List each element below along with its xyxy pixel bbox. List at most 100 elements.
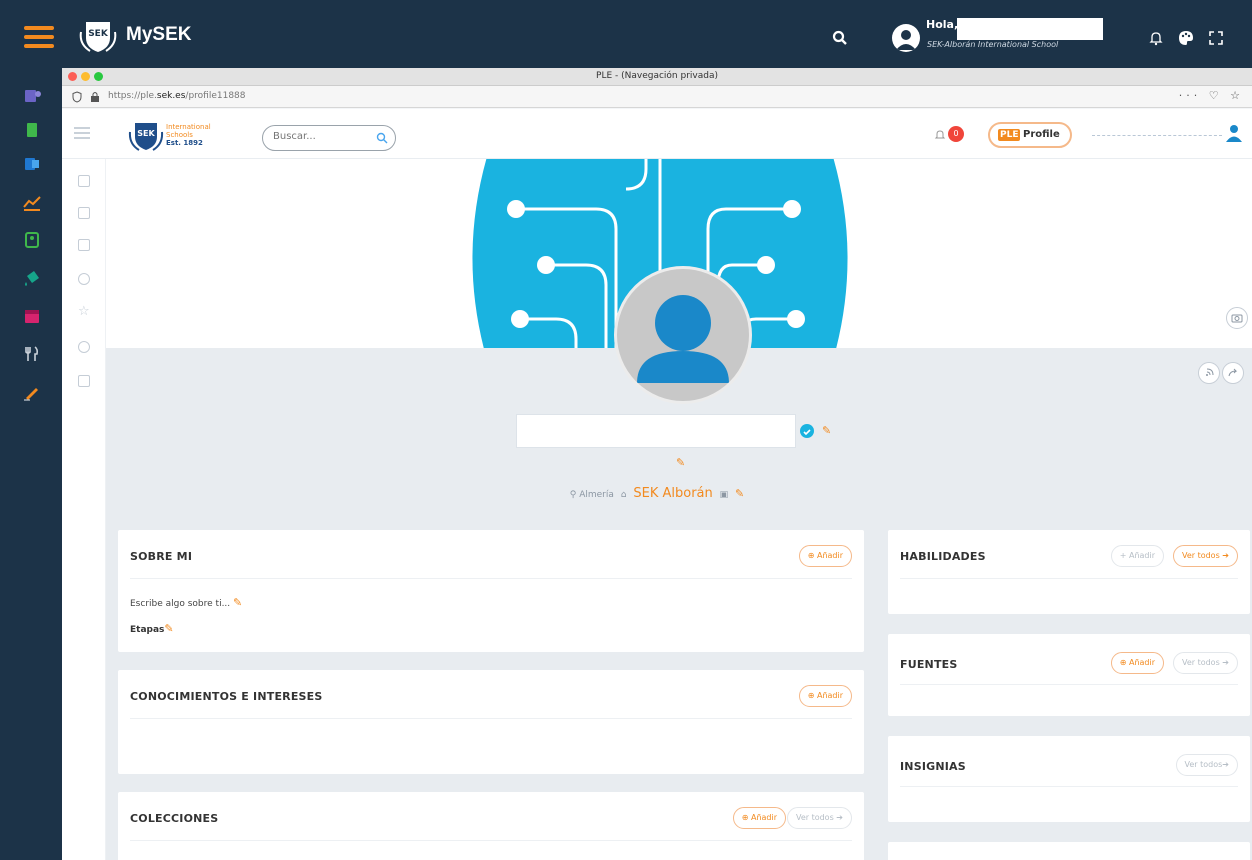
location-row: ⚲ Almería ⌂ SEK Alborán ▣ ✎ [62, 486, 1252, 501]
check-circle-icon[interactable] [78, 273, 90, 285]
search-icon[interactable] [376, 132, 388, 144]
user-name-redacted [1092, 135, 1222, 136]
change-cover-camera-icon[interactable] [1226, 307, 1248, 329]
rss-icon[interactable] [1198, 362, 1220, 384]
user-icon[interactable] [892, 24, 920, 52]
shield-icon [72, 91, 82, 103]
window-title: PLE - (Navegación privada) [596, 71, 718, 81]
profile-avatar[interactable] [614, 266, 752, 404]
sek-school-logo: SEK [128, 123, 164, 151]
school-brand: International Schools Est. 1892 [166, 123, 211, 147]
see-all-button[interactable]: Ver todos➔ [1175, 754, 1238, 776]
svg-text:SEK: SEK [88, 29, 109, 39]
card-title: HABILIDADES [900, 550, 986, 563]
divider [130, 840, 852, 841]
card-fuentes: FUENTES Ver todos ➔ ⊕ Añadir [888, 634, 1250, 716]
bell-icon[interactable] [1148, 30, 1164, 46]
top-bar: SEK MySEK Hola, SEK-Alborán Internationa… [0, 0, 1252, 68]
teams-icon[interactable] [22, 86, 42, 106]
url-actions[interactable]: ··· ♡ ☆ [1179, 89, 1244, 102]
about-placeholder[interactable]: Escribe algo sobre ti... ✎ [130, 596, 242, 609]
app-icon-rail: ☆ [62, 159, 106, 860]
add-button[interactable]: ⊕ Añadir [732, 807, 786, 829]
document-icon[interactable] [78, 207, 90, 219]
divider [900, 786, 1238, 787]
briefcase-icon[interactable] [78, 375, 90, 387]
fullscreen-icon[interactable] [1208, 30, 1224, 46]
app-title: MySEK [126, 24, 192, 45]
divider [130, 718, 852, 719]
briefcase-icon: ▣ [719, 490, 729, 500]
card-sobre-mi: SOBRE MI ⊕ Añadir Escribe algo sobre ti.… [118, 530, 864, 652]
share-icon[interactable] [1222, 362, 1244, 384]
card-colecciones: COLECCIONES Ver todos ➔ ⊕ Añadir [118, 792, 864, 860]
add-button[interactable]: ⊕ Añadir [1110, 652, 1164, 674]
paint-bucket-icon[interactable] [22, 268, 42, 288]
divider [130, 578, 852, 579]
school-name[interactable]: SEK Alborán [633, 486, 712, 501]
see-all-button[interactable]: Ver todos ➔ [1172, 652, 1238, 674]
edit-about-icon[interactable]: ✎ [233, 596, 242, 609]
outlook-icon[interactable] [22, 154, 42, 174]
dashboard-icon[interactable] [78, 175, 90, 187]
cutlery-icon[interactable] [22, 344, 42, 364]
location-pin-icon: ⚲ [569, 490, 577, 500]
ple-profile-button[interactable]: PLE Profile [988, 122, 1072, 148]
sek-logo: SEK [79, 22, 117, 52]
chart-icon[interactable] [22, 192, 42, 212]
url-text[interactable]: https://ple.sek.es/profile11888 [108, 91, 246, 101]
profile-name-redacted [516, 414, 796, 448]
see-all-button[interactable]: Ver todos ➔ [786, 807, 852, 829]
card-title: FUENTES [900, 658, 958, 671]
search-icon[interactable] [832, 30, 848, 46]
card-partial [888, 842, 1250, 860]
search-field[interactable] [262, 125, 396, 151]
card-conocimientos: CONOCIMIENTOS E INTERESES ⊕ Añadir [118, 670, 864, 774]
list-icon[interactable] [78, 239, 90, 251]
ple-label: Profile [1023, 129, 1060, 140]
card-title: SOBRE MI [130, 550, 193, 563]
add-button[interactable]: ⊕ Añadir [798, 545, 852, 567]
search-input[interactable] [273, 131, 373, 142]
card-title: COLECCIONES [130, 812, 219, 825]
palette-icon[interactable] [1178, 30, 1194, 46]
user-school: SEK-Alborán International School [927, 40, 1059, 49]
window-titlebar: PLE - (Navegación privada) [62, 68, 1252, 86]
left-sidebar [0, 68, 62, 860]
book-icon[interactable] [22, 120, 42, 140]
verified-check-icon [800, 424, 814, 438]
menu-icon[interactable] [24, 26, 54, 48]
notification-count-badge[interactable]: 0 [948, 126, 964, 142]
svg-text:SEK: SEK [137, 129, 155, 138]
edit-name-icon[interactable]: ✎ [822, 424, 831, 437]
card-insignias: INSIGNIAS Ver todos➔ [888, 736, 1250, 822]
edit-headline-icon[interactable]: ✎ [676, 456, 685, 469]
add-button[interactable]: ⊕ Añadir [798, 685, 852, 707]
divider [900, 578, 1238, 579]
notifications-bell-icon[interactable] [934, 129, 946, 141]
school-icon: ⌂ [620, 490, 627, 500]
calendar-icon[interactable] [22, 306, 42, 326]
etapas-label: Etapas✎ [130, 622, 174, 635]
edit-etapas-icon[interactable]: ✎ [164, 622, 173, 635]
search-rail-icon[interactable] [78, 341, 90, 353]
pen-icon[interactable] [22, 382, 42, 402]
url-bar[interactable]: https://ple.sek.es/profile11888 ··· ♡ ☆ [62, 86, 1252, 108]
card-title: CONOCIMIENTOS E INTERESES [130, 690, 323, 703]
edit-location-icon[interactable]: ✎ [735, 487, 744, 500]
user-avatar-icon[interactable] [1224, 123, 1244, 143]
user-name-redacted [957, 18, 1103, 40]
card-habilidades: HABILIDADES Ver todos ➔ + Añadir [888, 530, 1250, 614]
ple-tag: PLE [998, 129, 1021, 141]
divider [900, 684, 1238, 685]
lock-icon [91, 92, 99, 102]
people-icon[interactable] [22, 230, 42, 250]
card-title: INSIGNIAS [900, 760, 966, 773]
app-header: SEK International Schools Est. 1892 0 PL… [62, 109, 1252, 159]
star-icon[interactable]: ☆ [78, 305, 90, 319]
see-all-button[interactable]: Ver todos ➔ [1172, 545, 1238, 567]
greeting: Hola, [926, 18, 959, 31]
browser-window: PLE - (Navegación privada) https://ple.s… [62, 68, 1252, 860]
app-menu-icon[interactable] [74, 127, 90, 142]
add-button[interactable]: + Añadir [1110, 545, 1164, 567]
